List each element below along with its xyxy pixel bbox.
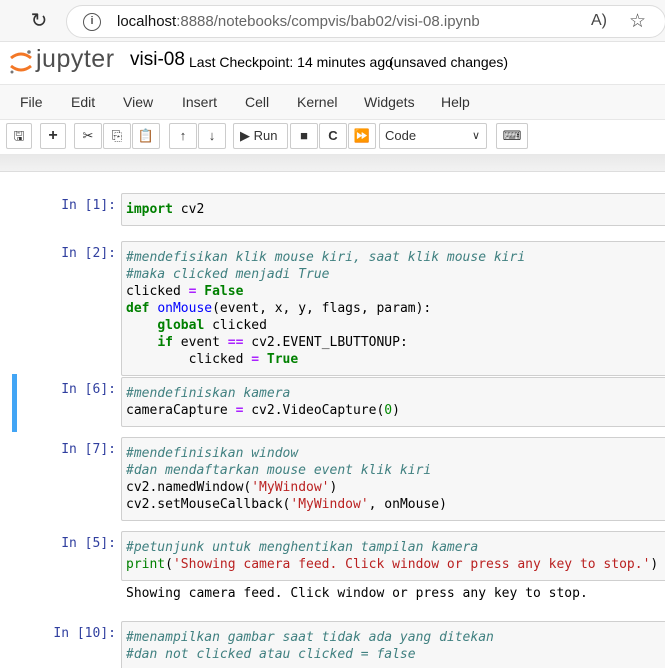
- plus-icon: +: [48, 127, 58, 144]
- menu-cell[interactable]: Cell: [245, 94, 269, 110]
- paste-icon: 📋: [137, 128, 155, 143]
- fast-forward-icon: ⏩: [353, 128, 371, 143]
- browser-address-bar: ↻ i localhost:8888/notebooks/compvis/bab…: [0, 0, 665, 42]
- menu-help[interactable]: Help: [441, 94, 470, 110]
- insert-cell-button[interactable]: +: [40, 123, 66, 149]
- scissors-icon: ✂: [82, 128, 94, 143]
- chevron-down-icon: ∨: [471, 130, 480, 142]
- info-icon[interactable]: i: [83, 13, 101, 31]
- notebook-area: In [1]: import cv2 In [2]: #mendefisikan…: [0, 172, 665, 668]
- move-up-button[interactable]: ↑: [169, 123, 197, 149]
- code-editor[interactable]: #petunjunk untuk menghentikan tampilan k…: [121, 531, 665, 581]
- code-cell-selected[interactable]: In [6]: #mendefiniskan kamera cameraCapt…: [12, 374, 665, 432]
- cell-output: Showing camera feed. Click window or pre…: [126, 586, 588, 601]
- menu-bar: File Edit View Insert Cell Kernel Widget…: [0, 84, 665, 120]
- copy-icon: ⎘: [111, 128, 123, 143]
- toolbar: 🖫 + ✂ ⎘ 📋 ↑ ↓ ▶ Run ■ C ⏩ Code ∨ ⌨: [0, 120, 665, 154]
- code-cell[interactable]: In [10]: #menampilkan gambar saat tidak …: [12, 618, 665, 668]
- header-shadow: [0, 154, 665, 172]
- menu-kernel[interactable]: Kernel: [297, 94, 337, 110]
- code-cell[interactable]: In [1]: import cv2: [12, 190, 665, 226]
- menu-edit[interactable]: Edit: [71, 94, 95, 110]
- cell-prompt: In [6]:: [61, 382, 116, 397]
- code-cell[interactable]: In [2]: #mendefisikan klik mouse kiri, s…: [12, 238, 665, 376]
- favorite-star-icon[interactable]: ☆: [629, 10, 646, 33]
- run-label: Run: [253, 128, 278, 143]
- menu-insert[interactable]: Insert: [182, 94, 217, 110]
- code-cell[interactable]: In [7]: #mendefinisikan window #dan mend…: [12, 434, 665, 521]
- command-palette-button[interactable]: ⌨: [496, 123, 528, 149]
- play-icon: ▶: [240, 128, 250, 143]
- cell-type-value: Code: [385, 128, 417, 143]
- autosave-status: (unsaved changes): [389, 54, 509, 70]
- code-editor[interactable]: #mendefiniskan kamera cameraCapture = cv…: [121, 377, 665, 427]
- code-editor[interactable]: #mendefisikan klik mouse kiri, saat klik…: [121, 241, 665, 376]
- copy-button[interactable]: ⎘: [103, 123, 131, 149]
- jupyter-logo-text[interactable]: jupyter: [36, 45, 115, 74]
- cut-button[interactable]: ✂: [74, 123, 102, 149]
- restart-icon: C: [328, 128, 338, 143]
- read-aloud-icon[interactable]: A): [591, 12, 607, 30]
- notebook-title[interactable]: visi-08: [130, 49, 185, 71]
- arrow-up-icon: ↑: [179, 128, 187, 143]
- checkpoint-status: Last Checkpoint: 14 minutes ago: [189, 54, 393, 70]
- reload-icon[interactable]: ↻: [28, 10, 50, 32]
- jupyter-header: jupyter visi-08 Last Checkpoint: 14 minu…: [0, 42, 665, 82]
- cell-prompt: In [5]:: [61, 536, 116, 551]
- code-editor[interactable]: #mendefinisikan window #dan mendaftarkan…: [121, 437, 665, 521]
- cell-prompt: In [2]:: [61, 246, 116, 261]
- restart-run-all-button[interactable]: ⏩: [348, 123, 376, 149]
- jupyter-logo-icon[interactable]: [8, 49, 34, 75]
- code-editor[interactable]: #menampilkan gambar saat tidak ada yang …: [121, 621, 665, 668]
- move-down-button[interactable]: ↓: [198, 123, 226, 149]
- restart-button[interactable]: C: [319, 123, 347, 149]
- url-field[interactable]: i localhost:8888/notebooks/compvis/bab02…: [66, 5, 665, 38]
- code-cell[interactable]: In [5]: #petunjunk untuk menghentikan ta…: [12, 528, 665, 608]
- cell-prompt: In [1]:: [61, 198, 116, 213]
- stop-icon: ■: [300, 128, 308, 143]
- menu-view[interactable]: View: [123, 94, 153, 110]
- menu-file[interactable]: File: [20, 94, 43, 110]
- cell-type-select[interactable]: Code ∨: [379, 123, 487, 149]
- interrupt-button[interactable]: ■: [290, 123, 318, 149]
- cell-prompt: In [10]:: [53, 626, 116, 641]
- keyboard-icon: ⌨: [502, 128, 522, 143]
- code-editor[interactable]: import cv2: [121, 193, 665, 226]
- save-icon: 🖫: [13, 128, 25, 143]
- cell-prompt: In [7]:: [61, 442, 116, 457]
- url-text[interactable]: localhost:8888/notebooks/compvis/bab02/v…: [117, 13, 480, 30]
- menu-widgets[interactable]: Widgets: [364, 94, 415, 110]
- save-button[interactable]: 🖫: [6, 123, 32, 149]
- run-button[interactable]: ▶ Run: [233, 123, 288, 149]
- arrow-down-icon: ↓: [208, 128, 216, 143]
- paste-button[interactable]: 📋: [132, 123, 160, 149]
